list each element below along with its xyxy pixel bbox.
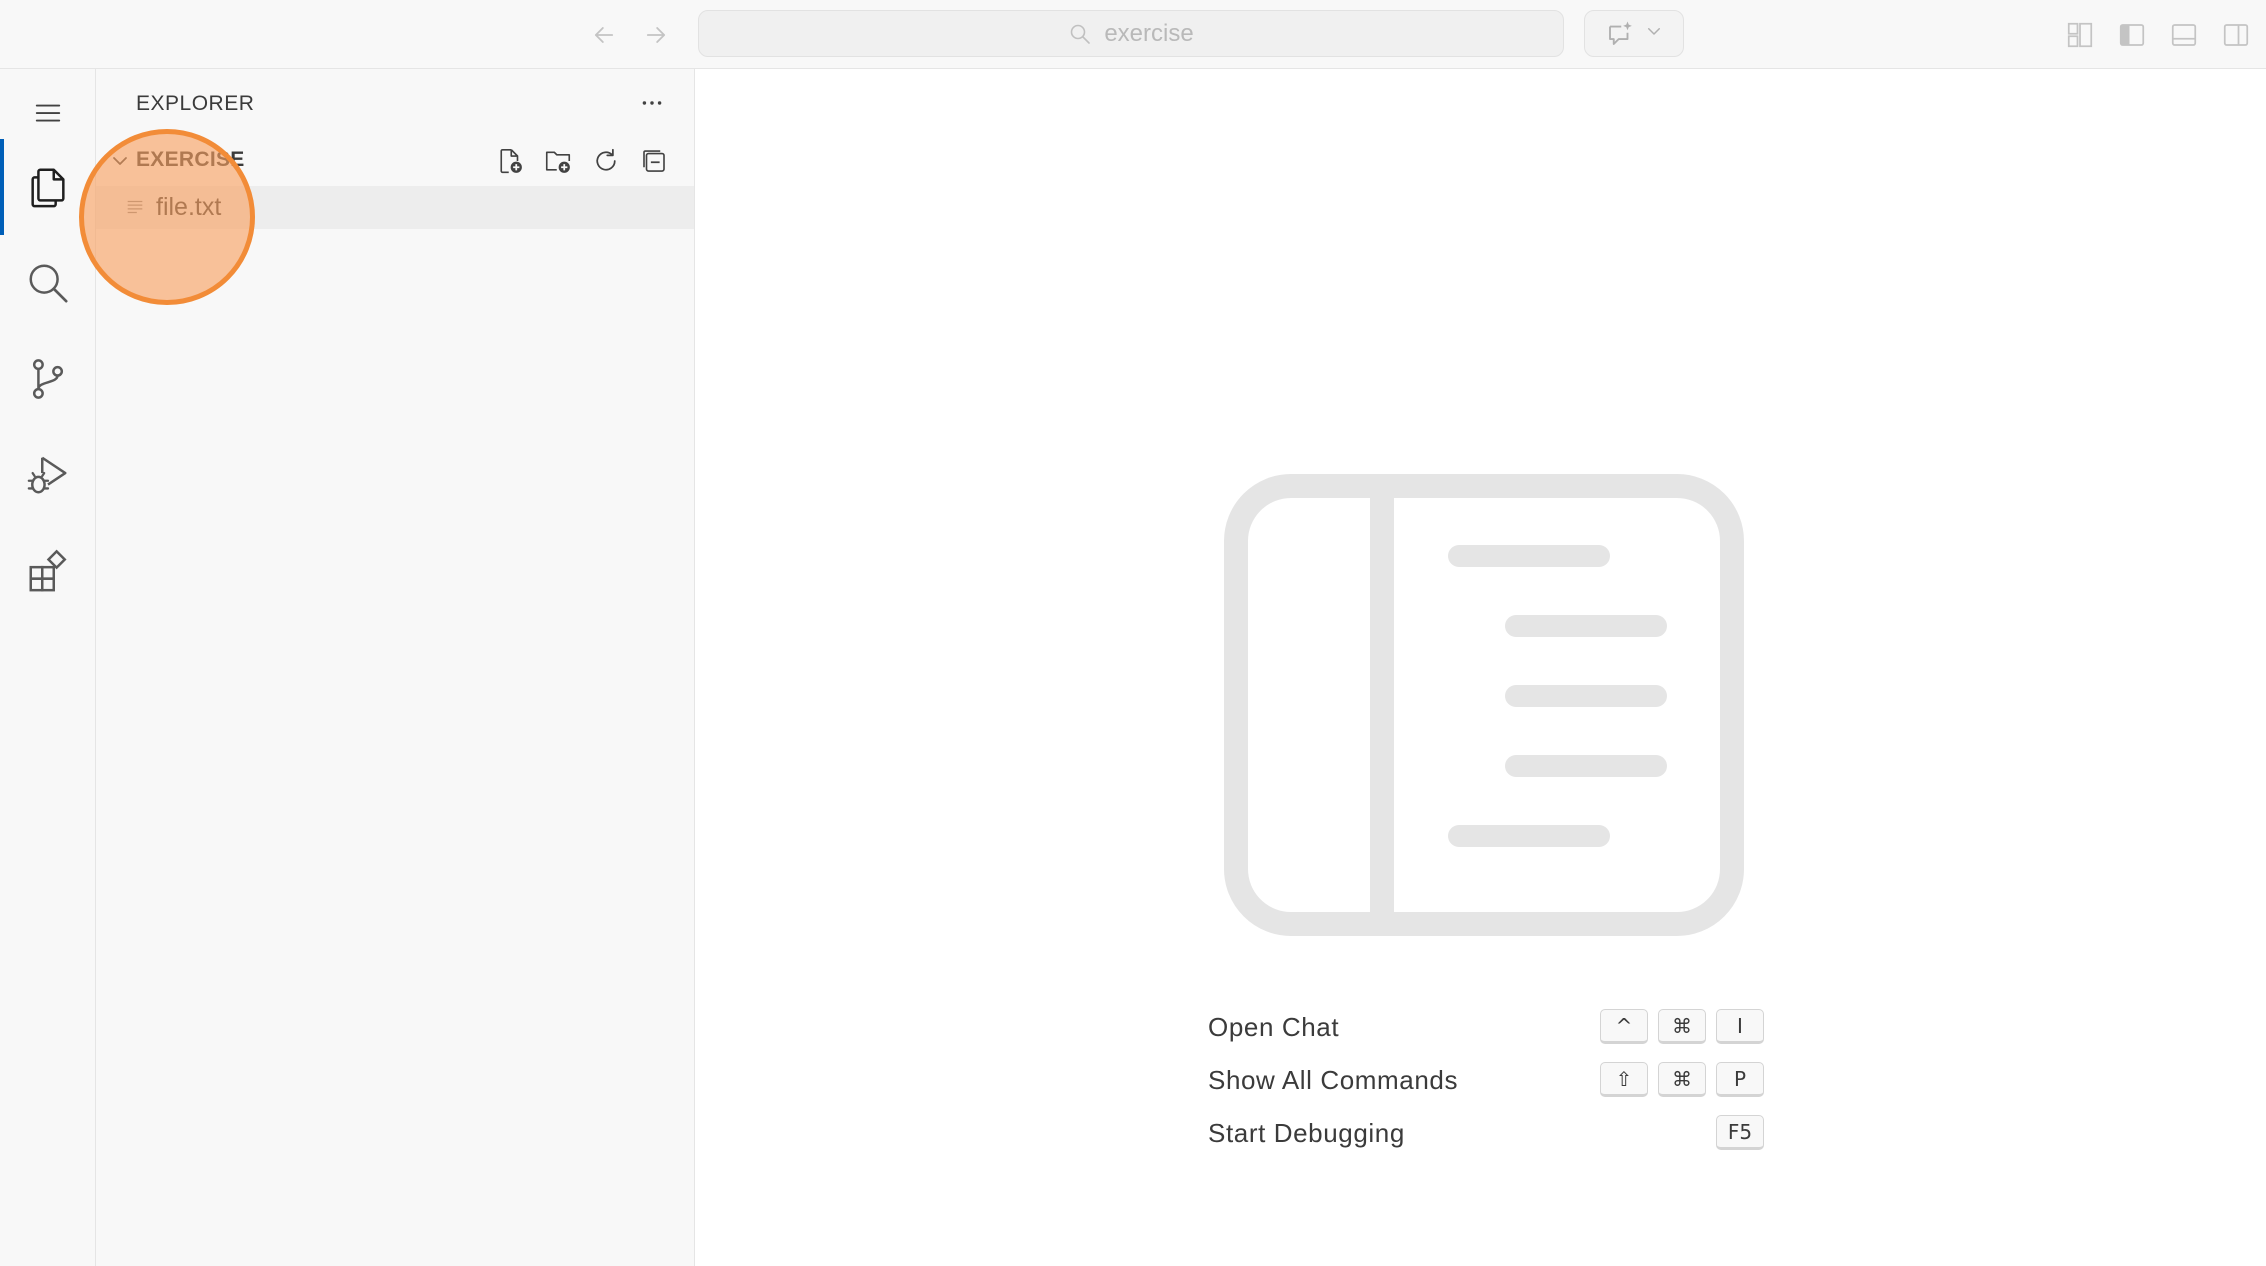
chevron-down-icon [113, 157, 127, 165]
command-center-text: exercise [1104, 19, 1194, 47]
keycap: ^ [1600, 1009, 1648, 1044]
shortcut-keys: F5 [1716, 1115, 1764, 1150]
activity-bar [0, 69, 96, 1266]
shortcut-keys: ⇧ ⌘ P [1600, 1062, 1764, 1097]
editor-shortcut-hints: Open Chat ^ ⌘ I Show All Commands ⇧ ⌘ P … [1208, 1001, 1764, 1160]
refresh-explorer-button[interactable] [588, 143, 624, 179]
keycap: ⌘ [1658, 1062, 1706, 1097]
chat-sparkle-icon [1609, 21, 1632, 45]
extensions-icon [29, 549, 67, 592]
customize-layout-icon [2067, 22, 2093, 48]
toggle-primary-sidebar-icon [2119, 24, 2145, 46]
application-menu-button[interactable] [24, 89, 72, 137]
arrow-left-icon [594, 27, 614, 43]
shortcut-show-all-commands[interactable]: Show All Commands ⇧ ⌘ P [1208, 1054, 1764, 1107]
chat-menu-toggle[interactable] [1645, 22, 1663, 45]
shortcut-start-debugging[interactable]: Start Debugging F5 [1208, 1107, 1764, 1160]
shortcut-label: Open Chat [1208, 1012, 1340, 1042]
search-icon [29, 264, 68, 303]
keycap: I [1716, 1009, 1764, 1044]
files-icon [31, 168, 65, 208]
source-control-icon [32, 359, 64, 399]
ellipsis-icon [642, 101, 662, 105]
search-icon [1071, 24, 1091, 44]
keycap: F5 [1716, 1115, 1764, 1150]
collapse-all-icon [643, 150, 665, 172]
file-name: file.txt [156, 193, 222, 221]
activity-explorer[interactable] [0, 139, 96, 235]
forward-button[interactable] [638, 17, 674, 53]
file-row-file-txt[interactable]: file.txt [96, 186, 694, 229]
run-debug-icon [27, 456, 67, 494]
back-button[interactable] [586, 17, 622, 53]
new-folder-button[interactable] [540, 143, 576, 179]
shortcut-label: Show All Commands [1208, 1065, 1459, 1095]
refresh-icon [596, 148, 616, 171]
toggle-primary-sidebar-button[interactable] [2114, 17, 2150, 53]
toggle-secondary-sidebar-icon [2223, 24, 2249, 46]
activity-extensions[interactable] [0, 523, 96, 619]
folder-row-exercise[interactable]: EXERCISE [96, 139, 694, 183]
activity-source-control[interactable] [0, 331, 96, 427]
explorer-more-actions-button[interactable] [632, 83, 672, 123]
hamburger-menu-icon [35, 104, 61, 122]
collapse-folders-button[interactable] [636, 143, 672, 179]
keycap: ⌘ [1658, 1009, 1706, 1044]
new-file-icon [500, 148, 522, 174]
editor-watermark-icon [1224, 474, 1744, 936]
toggle-secondary-sidebar-button[interactable] [2218, 17, 2254, 53]
activity-search[interactable] [0, 235, 96, 331]
toggle-panel-button[interactable] [2166, 17, 2202, 53]
toggle-panel-icon [2171, 24, 2197, 46]
chevron-down-icon [1648, 28, 1660, 35]
folder-name: EXERCISE [136, 148, 245, 171]
folder-actions [492, 143, 672, 179]
shortcut-keys: ^ ⌘ I [1600, 1009, 1764, 1044]
chat-button[interactable] [1584, 10, 1684, 57]
new-folder-icon [545, 151, 571, 173]
command-center-search[interactable]: exercise [698, 10, 1564, 57]
text-file-icon [127, 200, 143, 214]
arrow-right-icon [646, 27, 666, 43]
new-file-button[interactable] [492, 143, 528, 179]
sidebar-title: EXPLORER [136, 92, 255, 115]
activity-run-and-debug[interactable] [0, 427, 96, 523]
keycap: ⇧ [1600, 1062, 1648, 1097]
customize-layout-button[interactable] [2062, 17, 2098, 53]
keycap: P [1716, 1062, 1764, 1097]
explorer-sidebar: EXPLORER EXERCISE file.txt [96, 69, 695, 1266]
shortcut-label: Start Debugging [1208, 1118, 1405, 1148]
shortcut-open-chat[interactable]: Open Chat ^ ⌘ I [1208, 1001, 1764, 1054]
editor-area: Open Chat ^ ⌘ I Show All Commands ⇧ ⌘ P … [696, 69, 2266, 1266]
title-bar: exercise [0, 0, 2266, 69]
